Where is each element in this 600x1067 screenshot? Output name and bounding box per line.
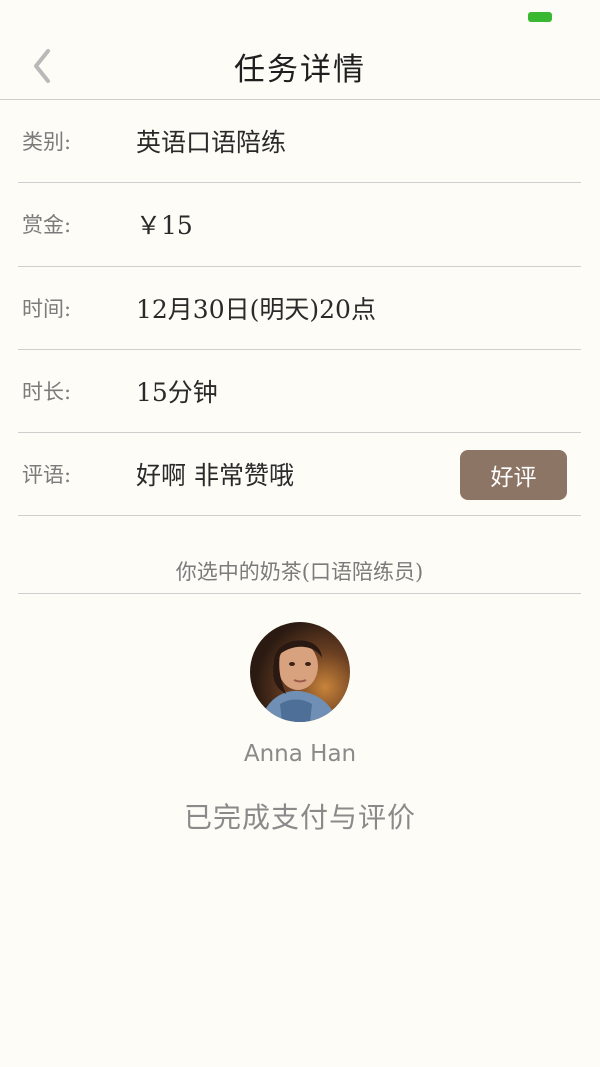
- detail-value: 英语口语陪练: [136, 128, 287, 158]
- section-title: 你选中的奶茶(口语陪练员): [18, 552, 581, 594]
- detail-label: 赏金:: [22, 213, 72, 238]
- detail-row-category: 类别: 英语口语陪练: [18, 100, 581, 184]
- page-title: 任务详情: [234, 52, 366, 88]
- status-message: 已完成支付与评价: [183, 801, 416, 834]
- avatar-photo: [250, 622, 350, 722]
- status-bar: [0, 0, 600, 30]
- battery-icon: [528, 12, 552, 22]
- detail-label: 类别:: [22, 130, 72, 155]
- good-rating-button[interactable]: 好评: [460, 450, 567, 501]
- detail-label: 时间:: [22, 296, 72, 321]
- detail-row-reward: 赏金: ￥15: [18, 183, 581, 267]
- avatar[interactable]: [250, 622, 350, 722]
- detail-value: 15分钟: [136, 378, 218, 408]
- detail-label: 时长:: [22, 380, 72, 405]
- user-name: Anna Han: [243, 741, 357, 767]
- detail-value: 12月30日(明天)20点: [136, 294, 376, 324]
- detail-row-comment: 评语: 好啊 非常赞哦 好评: [18, 433, 581, 517]
- detail-row-duration: 时长: 15分钟: [18, 350, 581, 434]
- nav-bar: 任务详情: [0, 30, 600, 100]
- detail-list: 类别: 英语口语陪练 赏金: ￥15 时间: 12月30日(明天)20点 时长:…: [18, 100, 581, 517]
- detail-label: 评语:: [22, 463, 72, 488]
- detail-value: 好啊 非常赞哦: [136, 461, 294, 491]
- detail-row-time: 时间: 12月30日(明天)20点: [18, 267, 581, 350]
- detail-value: ￥15: [136, 211, 193, 241]
